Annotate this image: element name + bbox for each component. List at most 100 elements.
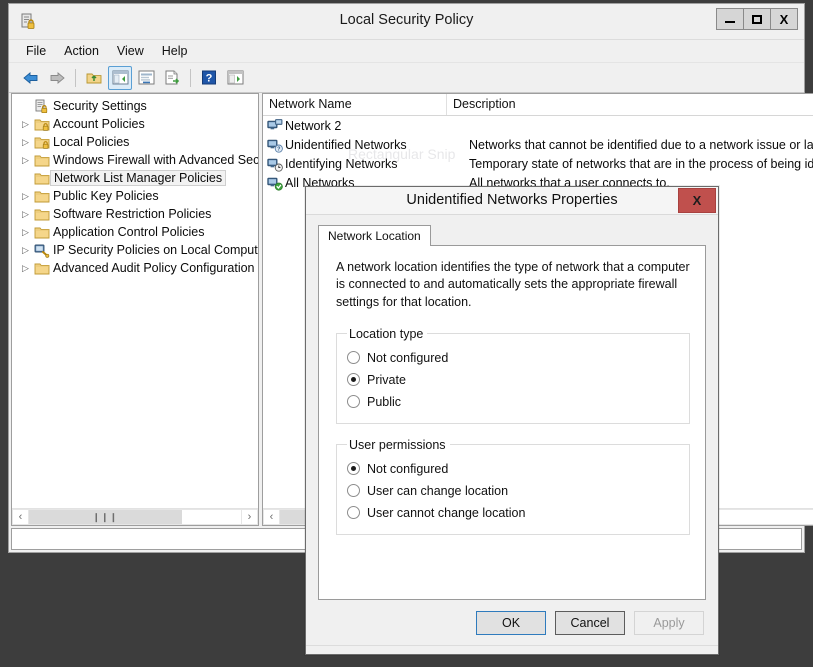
ip-security-icon — [33, 243, 51, 258]
tree-item-application-control-policies[interactable]: ▷ Application Control Policies — [12, 223, 258, 241]
network-name-cell: Unidentified Networks — [285, 138, 466, 152]
up-one-level-button[interactable] — [82, 66, 106, 90]
tree-item-network-list-manager-policies[interactable]: Network List Manager Policies — [12, 169, 258, 187]
toolbar-separator-2 — [190, 69, 191, 87]
radio-label: User can change location — [367, 484, 508, 498]
network-list-rows: Network 2 ?Unidentified NetworksNetworks … — [263, 116, 813, 192]
menu-help[interactable]: Help — [153, 41, 197, 61]
radio-private[interactable]: Private — [347, 369, 679, 391]
tree-item-software-restriction-policies[interactable]: ▷Software Restriction Policies — [12, 205, 258, 223]
tab-network-location[interactable]: Network Location — [318, 225, 431, 246]
network-name-cell: Network 2 — [285, 119, 466, 133]
dialog-close-button[interactable]: X — [678, 188, 716, 213]
toolbar: ? — [9, 63, 804, 93]
folder-icon — [33, 261, 51, 276]
menu-action[interactable]: Action — [55, 41, 108, 61]
network-identifying-icon — [266, 156, 285, 172]
expander-chevron-icon[interactable]: ▷ — [18, 119, 33, 130]
folder-lock-icon — [33, 135, 51, 150]
tree-item-ip-security-policies-on-local-compute[interactable]: ▷IP Security Policies on Local Compute — [12, 241, 258, 259]
dialog-body: Network Location A network location iden… — [306, 215, 718, 600]
ok-button[interactable]: OK — [476, 611, 546, 635]
table-row[interactable]: ?Unidentified NetworksNetworks that cann… — [263, 135, 813, 154]
console-tree-body: Security Settings▷Account Policies▷Local… — [12, 94, 258, 508]
radio-public[interactable]: Public — [347, 391, 679, 413]
radio-user-can-change-location[interactable]: User can change location — [347, 480, 679, 502]
tree-item-security-settings[interactable]: Security Settings — [12, 97, 258, 115]
dialog-tabstrip: Network Location — [318, 223, 706, 245]
radio-unchecked-icon[interactable] — [347, 484, 360, 497]
menu-view[interactable]: View — [108, 41, 153, 61]
properties-button[interactable] — [134, 66, 158, 90]
table-row[interactable]: Network 2 — [263, 116, 813, 135]
tree-item-label: Advanced Audit Policy Configuration — [51, 261, 257, 275]
minimize-button[interactable] — [716, 8, 744, 30]
security-settings-icon — [33, 99, 51, 114]
radio-checked-icon[interactable] — [347, 373, 360, 386]
folder-lock-icon — [33, 117, 51, 132]
maximize-button[interactable] — [743, 8, 771, 30]
menubar: File Action View Help — [9, 40, 804, 63]
radio-checked-icon[interactable] — [347, 462, 360, 475]
column-header-description[interactable]: Description — [447, 94, 813, 115]
tree-item-advanced-audit-policy-configuration[interactable]: ▷ Advanced Audit Policy Configuration — [12, 259, 258, 277]
view-pane-button[interactable] — [223, 66, 247, 90]
location-type-legend: Location type — [347, 327, 427, 341]
radio-unchecked-icon[interactable] — [347, 506, 360, 519]
folder-icon — [33, 225, 51, 240]
list-column-headers: Network Name Description — [263, 94, 813, 116]
tree-scroll-left-arrow[interactable]: ‹ — [12, 509, 29, 525]
security-settings-tree: Security Settings▷Account Policies▷Local… — [12, 94, 258, 277]
tree-item-account-policies[interactable]: ▷Account Policies — [12, 115, 258, 133]
table-row[interactable]: Identifying NetworksTemporary state of n… — [263, 154, 813, 173]
expander-chevron-icon[interactable]: ▷ — [18, 227, 33, 238]
expander-chevron-icon[interactable]: ▷ — [18, 155, 33, 166]
window-title: Local Security Policy — [9, 12, 804, 28]
radio-label: User cannot change location — [367, 506, 525, 520]
window-controls: X — [716, 8, 798, 30]
radio-user-cannot-change-location[interactable]: User cannot change location — [347, 502, 679, 524]
tree-scroll-right-arrow[interactable]: › — [241, 509, 258, 525]
tree-item-windows-firewall-with-advanced-sec[interactable]: ▷Windows Firewall with Advanced Sec — [12, 151, 258, 169]
network-all-icon — [266, 175, 285, 191]
tree-scroll-thumb[interactable]: ❙❙❙ — [29, 510, 182, 524]
toolbar-separator — [75, 69, 76, 87]
radio-label: Public — [367, 395, 401, 409]
back-button[interactable] — [19, 66, 43, 90]
folder-icon — [33, 207, 51, 222]
export-list-button[interactable] — [160, 66, 184, 90]
scroll-grip-icon: ❙❙❙ — [93, 512, 119, 523]
show-hide-console-tree-button[interactable] — [108, 66, 132, 90]
expander-chevron-icon[interactable]: ▷ — [18, 245, 33, 256]
tree-item-local-policies[interactable]: ▷Local Policies — [12, 133, 258, 151]
window-titlebar: Local Security Policy X — [9, 4, 804, 40]
radio-label: Not configured — [367, 351, 448, 365]
radio-unchecked-icon[interactable] — [347, 395, 360, 408]
radio-not-configured[interactable]: Not configured — [347, 458, 679, 480]
tab-page-network-location: A network location identifies the type o… — [318, 245, 706, 600]
tree-horizontal-scrollbar[interactable]: ‹ ❙❙❙ › — [12, 508, 258, 525]
network-icon — [266, 118, 285, 134]
tree-item-public-key-policies[interactable]: ▷Public Key Policies — [12, 187, 258, 205]
location-type-options: Not configured Private Public — [347, 347, 679, 413]
help-button[interactable]: ? — [197, 66, 221, 90]
list-scroll-left-arrow[interactable]: ‹ — [263, 509, 280, 525]
network-name-cell: Identifying Networks — [285, 157, 466, 171]
column-header-network-name[interactable]: Network Name — [263, 94, 447, 115]
expander-chevron-icon[interactable]: ▷ — [18, 137, 33, 148]
close-button[interactable]: X — [770, 8, 798, 30]
cancel-button[interactable]: Cancel — [555, 611, 625, 635]
user-permissions-options: Not configured User can change location Us… — [347, 458, 679, 524]
menu-file[interactable]: File — [17, 41, 55, 61]
expander-chevron-icon[interactable]: ▷ — [18, 263, 33, 274]
tree-item-label: Application Control Policies — [51, 225, 206, 239]
forward-button[interactable] — [45, 66, 69, 90]
apply-button: Apply — [634, 611, 704, 635]
radio-not-configured[interactable]: Not configured — [347, 347, 679, 369]
expander-chevron-icon[interactable]: ▷ — [18, 191, 33, 202]
unidentified-networks-properties-dialog: Unidentified Networks Properties X Netwo… — [305, 186, 719, 655]
tree-scroll-track[interactable]: ❙❙❙ — [29, 509, 241, 525]
radio-unchecked-icon[interactable] — [347, 351, 360, 364]
expander-chevron-icon[interactable]: ▷ — [18, 209, 33, 220]
close-icon: X — [780, 13, 789, 26]
